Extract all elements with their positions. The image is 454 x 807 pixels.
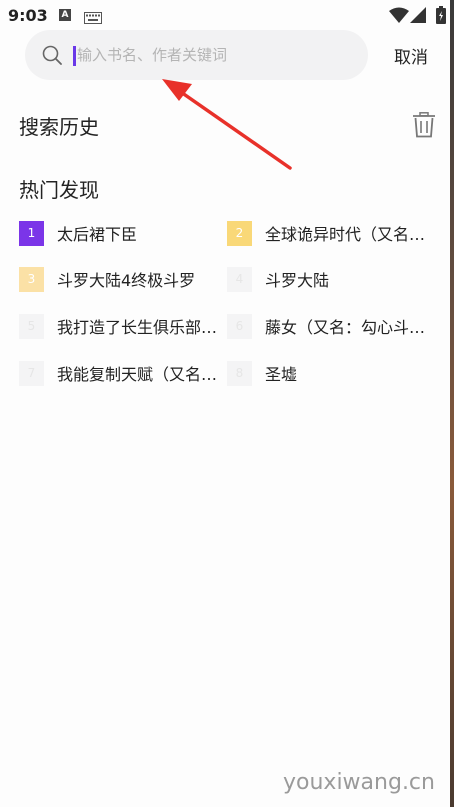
search-history-title: 搜索历史 xyxy=(19,115,99,139)
hot-item-title: 斗罗大陆4终极斗罗 xyxy=(57,271,196,290)
rank-badge: 3 xyxy=(19,266,44,292)
battery-icon xyxy=(436,6,446,28)
status-time: 9:03 xyxy=(8,6,48,25)
hot-item-title: 斗罗大陆 xyxy=(265,271,330,290)
hot-item-title: 藤女（又名：勾心斗… xyxy=(265,318,426,337)
background-edge xyxy=(450,0,454,807)
text-cursor xyxy=(73,46,76,66)
trash-icon[interactable] xyxy=(412,112,436,142)
hot-item-title: 圣墟 xyxy=(265,365,298,384)
wifi-icon xyxy=(389,7,409,27)
keyboard-icon xyxy=(84,9,102,28)
search-icon xyxy=(42,45,62,69)
signal-icon xyxy=(410,7,426,27)
rank-badge: 8 xyxy=(227,360,252,386)
hot-item[interactable]: 7 我能复制天赋（又名… xyxy=(19,359,222,387)
watermark: youxiwang.cn xyxy=(283,770,435,795)
rank-badge: 5 xyxy=(19,313,44,339)
rank-badge: 4 xyxy=(227,266,252,292)
hot-item[interactable]: 6 藤女（又名：勾心斗… xyxy=(227,312,430,340)
hot-item-title: 太后裙下臣 xyxy=(57,225,138,244)
cancel-button[interactable]: 取消 xyxy=(385,40,437,70)
hot-item-title: 我能复制天赋（又名… xyxy=(57,365,218,384)
search-input[interactable] xyxy=(75,40,347,70)
rank-badge: 2 xyxy=(227,220,252,246)
annotation-arrow xyxy=(162,79,292,170)
hot-item[interactable]: 3 斗罗大陆4终极斗罗 xyxy=(19,265,222,293)
hot-item[interactable]: 8 圣墟 xyxy=(227,359,430,387)
hot-item[interactable]: 5 我打造了长生俱乐部… xyxy=(19,312,222,340)
rank-badge: 6 xyxy=(227,313,252,339)
hot-item-title: 全球诡异时代（又名… xyxy=(265,225,426,244)
hot-item[interactable]: 2 全球诡异时代（又名… xyxy=(227,219,430,247)
app-notification-icon: A xyxy=(59,9,71,21)
hot-item-title: 我打造了长生俱乐部… xyxy=(57,318,218,337)
hot-item[interactable]: 1 太后裙下臣 xyxy=(19,219,222,247)
status-bar: 9:03 A xyxy=(0,0,450,32)
hot-discover-title: 热门发现 xyxy=(19,178,99,202)
hot-item[interactable]: 4 斗罗大陆 xyxy=(227,265,430,293)
rank-badge: 1 xyxy=(19,220,44,246)
rank-badge: 7 xyxy=(19,360,44,386)
